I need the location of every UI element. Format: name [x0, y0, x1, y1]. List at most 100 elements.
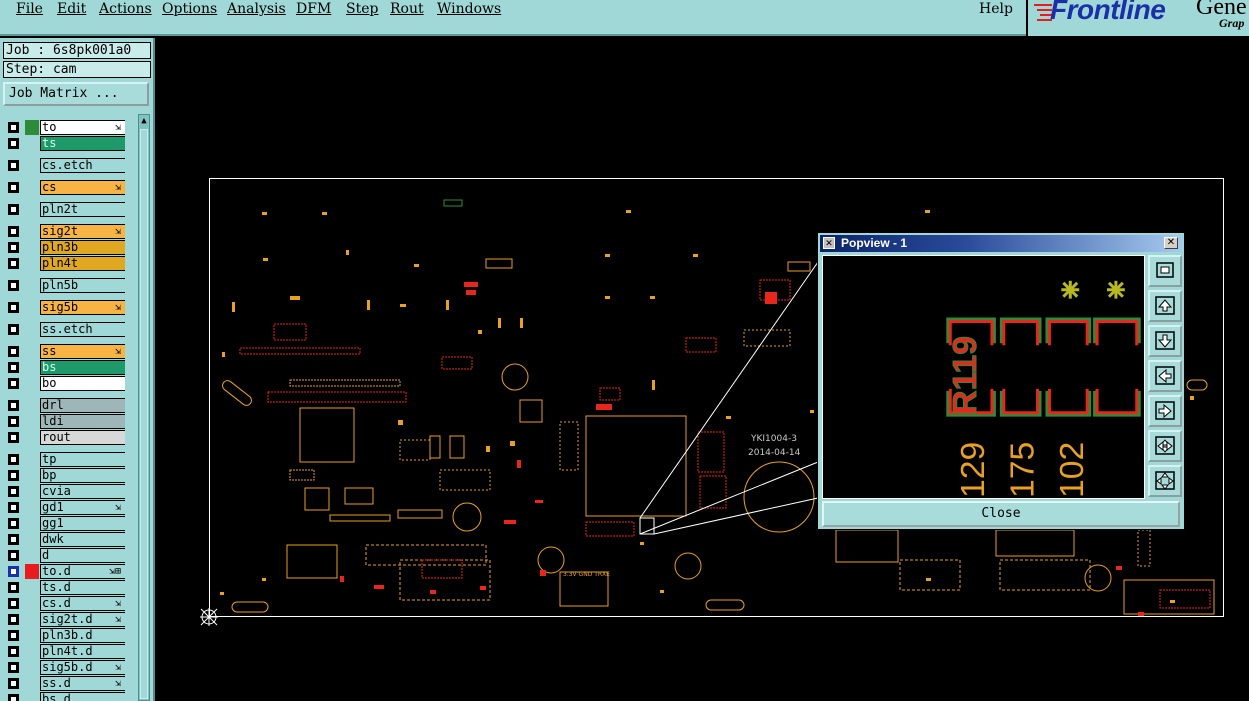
menu-file[interactable]: File [16, 1, 43, 17]
layer-checkbox[interactable] [8, 346, 19, 357]
layer-name[interactable]: cs ⇲ [40, 180, 125, 195]
layer-checkbox[interactable] [8, 400, 19, 411]
scroll-up-icon[interactable]: ▲ [139, 115, 149, 127]
layer-checkbox[interactable] [8, 630, 19, 641]
layer-name[interactable]: rout [40, 430, 125, 445]
layer-checkbox[interactable] [8, 486, 19, 497]
layer-name[interactable]: bo [40, 376, 125, 391]
layer-name[interactable]: bs.d [40, 692, 125, 701]
layer-row[interactable]: cs.d ⇲ [3, 596, 127, 611]
layer-color-swatch[interactable] [25, 612, 39, 627]
layer-checkbox[interactable] [8, 566, 19, 577]
layer-name[interactable]: ts [40, 136, 125, 151]
layer-color-swatch[interactable] [25, 224, 39, 239]
layer-name[interactable]: to ⇲ [40, 120, 125, 135]
layer-checkbox[interactable] [8, 678, 19, 689]
layer-checkbox[interactable] [8, 598, 19, 609]
layer-row[interactable]: gd1 ⇲ [3, 500, 127, 515]
layer-row[interactable]: cs ⇲ [3, 180, 127, 195]
layer-checkbox[interactable] [8, 614, 19, 625]
layer-name[interactable]: dwk [40, 532, 125, 547]
layer-color-swatch[interactable] [25, 692, 39, 701]
layer-row[interactable]: dwk [3, 532, 127, 547]
layer-name[interactable]: ss ⇲ [40, 344, 125, 359]
layer-row[interactable]: ss ⇲ [3, 344, 127, 359]
layer-row[interactable]: tp [3, 452, 127, 467]
layer-checkbox[interactable] [8, 258, 19, 269]
layer-name[interactable]: pln3b [40, 240, 125, 255]
layer-name[interactable]: pln4t.d [40, 644, 125, 659]
layer-name[interactable]: pln2t [40, 202, 125, 217]
layer-checkbox[interactable] [8, 242, 19, 253]
layer-checkbox[interactable] [8, 582, 19, 593]
layer-checkbox[interactable] [8, 432, 19, 443]
job-matrix-button[interactable]: Job Matrix ... [3, 82, 149, 106]
layer-name[interactable]: cvia [40, 484, 125, 499]
layer-checkbox[interactable] [8, 302, 19, 313]
layer-color-swatch[interactable] [25, 300, 39, 315]
layer-row[interactable]: pln3b.d [3, 628, 127, 643]
layer-row[interactable]: d [3, 548, 127, 563]
layer-row[interactable]: cs.etch [3, 158, 127, 173]
layer-color-swatch[interactable] [25, 676, 39, 691]
layer-checkbox[interactable] [8, 122, 19, 133]
layer-color-swatch[interactable] [25, 484, 39, 499]
layer-name[interactable]: sig2t.d ⇲ [40, 612, 125, 627]
layer-checkbox[interactable] [8, 694, 19, 701]
zoom-fit-button[interactable] [1148, 255, 1182, 287]
layer-row[interactable]: sig2t ⇲ [3, 224, 127, 239]
layer-row[interactable]: pln4t [3, 256, 127, 271]
layer-color-swatch[interactable] [25, 516, 39, 531]
popview-titlebar[interactable]: ✕ Popview - 1 ✕ [820, 235, 1182, 252]
layer-color-swatch[interactable] [25, 256, 39, 271]
layer-checkbox[interactable] [8, 646, 19, 657]
layer-row[interactable]: rout [3, 430, 127, 445]
layer-row[interactable]: bo [3, 376, 127, 391]
layer-name[interactable]: pln5b [40, 278, 125, 293]
layer-row[interactable]: to ⇲ [3, 120, 127, 135]
layer-color-swatch[interactable] [25, 240, 39, 255]
layer-row[interactable]: ldi [3, 414, 127, 429]
layer-row[interactable]: bs.d [3, 692, 127, 701]
layer-color-swatch[interactable] [25, 414, 39, 429]
layer-name[interactable]: d [40, 548, 125, 563]
layer-color-swatch[interactable] [25, 322, 39, 337]
menu-edit[interactable]: Edit [57, 1, 86, 17]
layer-color-swatch[interactable] [25, 120, 39, 135]
menu-analysis[interactable]: Analysis [227, 1, 286, 17]
layer-row[interactable]: ss.d ⇲ [3, 676, 127, 691]
layer-color-swatch[interactable] [25, 344, 39, 359]
layer-scrollbar[interactable]: ▲ [138, 114, 150, 701]
layer-checkbox[interactable] [8, 416, 19, 427]
layer-name[interactable]: ts.d [40, 580, 125, 595]
layer-name[interactable]: cs.d ⇲ [40, 596, 125, 611]
layer-name[interactable]: to.d ⇲⊞ [40, 564, 125, 579]
layer-row[interactable]: ts [3, 136, 127, 151]
layer-color-swatch[interactable] [25, 398, 39, 413]
layer-color-swatch[interactable] [25, 628, 39, 643]
pan-up-button[interactable] [1148, 290, 1182, 322]
layer-color-swatch[interactable] [25, 644, 39, 659]
layer-row[interactable]: gg1 [3, 516, 127, 531]
layer-name[interactable]: cs.etch [40, 158, 125, 173]
layer-row[interactable]: sig2t.d ⇲ [3, 612, 127, 627]
layer-row[interactable]: pln3b [3, 240, 127, 255]
pan-left-button[interactable] [1148, 360, 1182, 392]
zoom-in-button[interactable] [1148, 430, 1182, 462]
layer-row[interactable]: cvia [3, 484, 127, 499]
layer-name[interactable]: bp [40, 468, 125, 483]
layer-row[interactable]: pln4t.d [3, 644, 127, 659]
menu-dfm[interactable]: DFM [296, 1, 331, 17]
layer-color-swatch[interactable] [25, 278, 39, 293]
layer-color-swatch[interactable] [25, 376, 39, 391]
menu-rout[interactable]: Rout [390, 1, 424, 17]
layer-color-swatch[interactable] [25, 360, 39, 375]
zoom-out-button[interactable] [1148, 465, 1182, 497]
layer-name[interactable]: pln4t [40, 256, 125, 271]
layer-color-swatch[interactable] [25, 580, 39, 595]
layer-checkbox[interactable] [8, 502, 19, 513]
close-icon[interactable]: ✕ [1164, 237, 1178, 249]
menu-actions[interactable]: Actions [99, 1, 152, 17]
layer-row[interactable]: pln2t [3, 202, 127, 217]
layer-checkbox[interactable] [8, 454, 19, 465]
